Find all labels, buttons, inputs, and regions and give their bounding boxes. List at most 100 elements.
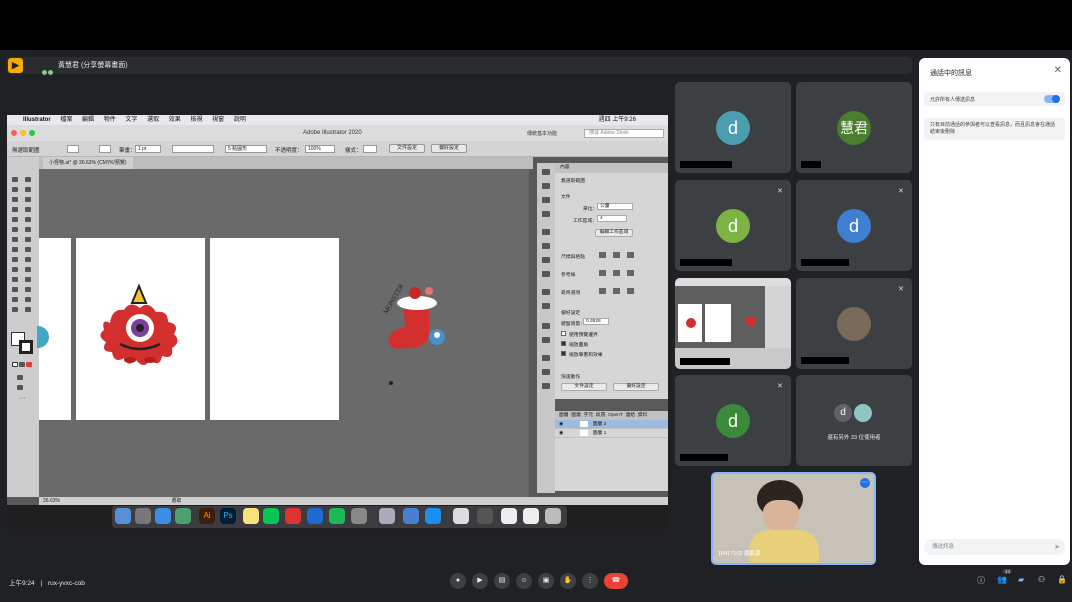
layers-tab-2[interactable]: 字元 [584, 413, 594, 418]
magic-wand-tool-icon[interactable] [12, 187, 18, 192]
illustrator-icon[interactable]: Ai [199, 508, 215, 524]
screen-mode-icon[interactable] [17, 385, 23, 390]
gradient-panel-icon[interactable] [542, 289, 550, 295]
transform-panel-icon[interactable] [542, 229, 550, 235]
gradient-tool-icon[interactable] [12, 277, 18, 282]
menu-edit[interactable]: 編輯 [82, 117, 94, 123]
artboard-field[interactable]: 4 [597, 215, 627, 222]
quick-prefs-button[interactable]: 偏好設定 [613, 383, 659, 391]
document-setup-button[interactable]: 文件設定 [389, 144, 425, 153]
eraser-tool-icon[interactable] [12, 237, 18, 242]
downloads-icon[interactable] [523, 508, 539, 524]
brush-select[interactable]: 5 點圓形 [225, 145, 267, 153]
blend-tool-icon[interactable] [12, 287, 18, 292]
menu-view[interactable]: 檢視 [190, 117, 202, 123]
pencil-tool-icon[interactable] [25, 227, 31, 232]
chat-message-input[interactable]: 傳送訊息 [924, 539, 1065, 555]
gradient-mode-icon[interactable] [19, 362, 25, 367]
document-icon[interactable] [501, 508, 517, 524]
participant-tile[interactable]: ✕ d [675, 180, 791, 271]
chrome-icon[interactable] [285, 508, 301, 524]
fill-swatch[interactable] [67, 145, 79, 153]
opacity-field[interactable]: 100% [305, 145, 335, 153]
menu-window[interactable]: 視窗 [212, 117, 224, 123]
workspace-switcher[interactable]: 傳統基本功能 [527, 130, 557, 137]
camera-icon[interactable]: ▶ [472, 573, 488, 589]
lock-guides-icon[interactable] [613, 270, 620, 276]
appearance-panel-icon[interactable] [542, 323, 550, 329]
curvature-tool-icon[interactable] [25, 197, 31, 202]
width-tool-icon[interactable] [25, 247, 31, 252]
system-preferences-icon[interactable] [351, 508, 367, 524]
layers-panel-icon[interactable] [542, 183, 550, 189]
ruler-icon[interactable] [599, 252, 606, 258]
drawing-mode-icon[interactable] [17, 375, 23, 380]
keyboard-increment-field[interactable]: 0.3528 [583, 318, 609, 325]
shape-builder-tool-icon[interactable] [25, 257, 31, 262]
canvas[interactable]: MONSTER [37, 169, 529, 497]
preferences-button[interactable]: 偏好設定 [431, 144, 467, 153]
layers-tab-1[interactable]: 圖層 [571, 413, 581, 418]
preview-bounds-checkbox[interactable] [561, 331, 566, 336]
perspective-grid-tool-icon[interactable] [12, 267, 18, 272]
graphic-styles-panel-icon[interactable] [542, 337, 550, 343]
menu-file[interactable]: 檔案 [60, 117, 72, 123]
color-mode-icon[interactable] [12, 362, 18, 367]
shaper-tool-icon[interactable] [12, 227, 18, 232]
launchpad-icon[interactable] [135, 508, 151, 524]
stroke-color-icon[interactable] [19, 340, 33, 354]
variable-width-select[interactable] [172, 145, 214, 153]
zoom-tool-icon[interactable] [25, 307, 31, 312]
artboard-partial[interactable] [37, 238, 71, 420]
host-controls-icon[interactable]: 🔒 [1057, 575, 1067, 584]
units-select[interactable]: 公釐 [597, 203, 633, 210]
menu-illustrator[interactable]: Illustrator [23, 117, 51, 123]
mesh-tool-icon[interactable] [25, 267, 31, 272]
grid-icon[interactable] [613, 252, 620, 258]
stroke-weight-field[interactable]: 1 pt [135, 145, 161, 153]
more-options-icon[interactable]: ⋮ [582, 573, 598, 589]
snap-pixel-icon[interactable] [627, 288, 634, 294]
lasso-tool-icon[interactable] [25, 187, 31, 192]
layers-tab-3[interactable]: 段落 [596, 413, 606, 418]
none-mode-icon[interactable] [26, 362, 32, 367]
menu-effect[interactable]: 效果 [169, 117, 181, 123]
properties-tab[interactable]: 內容 [555, 163, 668, 173]
transparency-panel-icon[interactable] [542, 303, 550, 309]
line-tool-icon[interactable] [25, 207, 31, 212]
others-tile[interactable]: d 還有另外 33 位使用者 [796, 375, 912, 466]
quick-doc-setup-button[interactable]: 文件設定 [561, 383, 607, 391]
brushes-panel-icon[interactable] [542, 355, 550, 361]
eyedropper-tool-icon[interactable] [25, 277, 31, 282]
symbol-sprayer-tool-icon[interactable] [25, 287, 31, 292]
finder-icon[interactable] [115, 508, 131, 524]
zoom-level[interactable]: 26.63% [43, 498, 60, 504]
mic-icon[interactable]: ● [450, 573, 466, 589]
layer-row[interactable]: ◉ 圖層 2 [555, 420, 668, 429]
smart-guides-icon[interactable] [627, 270, 634, 276]
chat-icon[interactable]: ▰ [1018, 575, 1024, 584]
screenshot-icon[interactable] [453, 508, 469, 524]
participant-tile[interactable]: ✕ d [796, 180, 912, 271]
stroke-swatch[interactable] [99, 145, 111, 153]
menu-type[interactable]: 文字 [125, 117, 137, 123]
properties-panel-icon[interactable] [542, 169, 550, 175]
meeting-details-icon[interactable]: ⓘ [977, 575, 985, 586]
artboard-tool-icon[interactable] [25, 297, 31, 302]
direct-selection-tool-icon[interactable] [25, 177, 31, 182]
present-icon[interactable]: ▣ [538, 573, 554, 589]
swatches-panel-icon[interactable] [542, 383, 550, 389]
pathfinder-panel-icon[interactable] [542, 257, 550, 263]
layers-tab-6[interactable]: 資料 [638, 413, 648, 418]
emoji-icon[interactable]: ☺ [516, 573, 532, 589]
layers-tab-5[interactable]: 連結 [625, 413, 635, 418]
more-tools-icon[interactable]: ··· [19, 395, 26, 402]
captions-icon[interactable]: ▤ [494, 573, 510, 589]
paintbrush-tool-icon[interactable] [25, 217, 31, 222]
eye-icon[interactable]: ◉ [559, 429, 565, 438]
activities-icon[interactable]: ⚇ [1038, 575, 1045, 584]
stroke-panel-icon[interactable] [542, 271, 550, 277]
close-dot-icon[interactable] [11, 130, 17, 136]
send-icon[interactable]: ➤ [1054, 543, 1060, 551]
pixel-grid-icon[interactable] [627, 252, 634, 258]
